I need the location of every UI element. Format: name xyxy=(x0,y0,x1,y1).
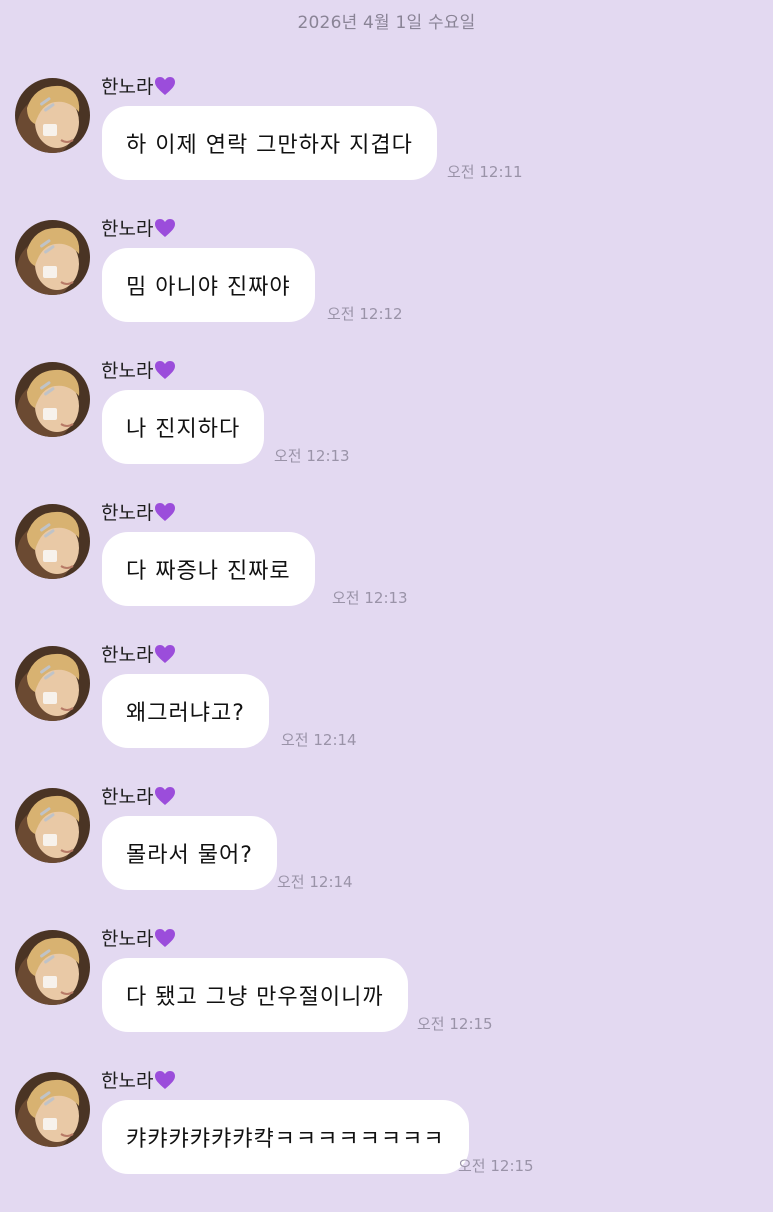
purple-heart-icon xyxy=(155,503,176,521)
sender-name-text: 한노라 xyxy=(101,76,154,98)
avatar[interactable] xyxy=(15,788,90,863)
message-time: 오전 12:14 xyxy=(281,731,357,749)
avatar[interactable] xyxy=(15,930,90,1005)
message-time: 오전 12:11 xyxy=(447,163,523,181)
message-row: 한노라 왜그러냐고? 오전 12:14 xyxy=(0,644,773,786)
message-bubble[interactable]: 하 이제 연락 그만하자 지겹다 xyxy=(102,106,437,180)
sender-name-text: 한노라 xyxy=(101,1070,154,1092)
sender-name: 한노라 xyxy=(101,356,176,383)
avatar[interactable] xyxy=(15,220,90,295)
message-time: 오전 12:12 xyxy=(327,305,403,323)
message-time: 오전 12:15 xyxy=(458,1157,534,1175)
purple-heart-icon xyxy=(155,1071,176,1089)
message-row: 한노라 밈 아니야 진짜야 오전 12:12 xyxy=(0,218,773,360)
sender-name-text: 한노라 xyxy=(101,502,154,524)
message-row: 한노라 나 진지하다 오전 12:13 xyxy=(0,360,773,502)
message-bubble[interactable]: 다 짜증나 진짜로 xyxy=(102,532,315,606)
sender-name: 한노라 xyxy=(101,924,176,951)
sender-name-text: 한노라 xyxy=(101,360,154,382)
message-bubble[interactable]: 왜그러냐고? xyxy=(102,674,269,748)
message-bubble[interactable]: 몰라서 물어? xyxy=(102,816,277,890)
sender-name: 한노라 xyxy=(101,782,176,809)
sender-name: 한노라 xyxy=(101,214,176,241)
message-bubble[interactable]: 캬캬캬캬캬캬캭ㅋㅋㅋㅋㅋㅋㅋㅋ xyxy=(102,1100,469,1174)
message-time: 오전 12:14 xyxy=(277,873,353,891)
sender-name: 한노라 xyxy=(101,1066,176,1093)
message-row: 한노라 캬캬캬캬캬캬캭ㅋㅋㅋㅋㅋㅋㅋㅋ 오전 12:15 xyxy=(0,1070,773,1212)
purple-heart-icon xyxy=(155,787,176,805)
message-row: 한노라 다 됐고 그냥 만우절이니까 오전 12:15 xyxy=(0,928,773,1070)
message-bubble[interactable]: 밈 아니야 진짜야 xyxy=(102,248,315,322)
message-row: 한노라 하 이제 연락 그만하자 지겹다 오전 12:11 xyxy=(0,76,773,218)
message-time: 오전 12:13 xyxy=(274,447,350,465)
sender-name-text: 한노라 xyxy=(101,928,154,950)
avatar[interactable] xyxy=(15,646,90,721)
sender-name-text: 한노라 xyxy=(101,786,154,808)
sender-name-text: 한노라 xyxy=(101,218,154,240)
date-divider: 2026년 4월 1일 수요일 xyxy=(297,13,476,33)
purple-heart-icon xyxy=(155,645,176,663)
message-bubble[interactable]: 나 진지하다 xyxy=(102,390,265,464)
message-bubble[interactable]: 다 됐고 그냥 만우절이니까 xyxy=(102,958,408,1032)
sender-name: 한노라 xyxy=(101,72,176,99)
message-time: 오전 12:13 xyxy=(332,589,408,607)
purple-heart-icon xyxy=(155,219,176,237)
purple-heart-icon xyxy=(155,77,176,95)
purple-heart-icon xyxy=(155,929,176,947)
sender-name: 한노라 xyxy=(101,640,176,667)
message-row: 한노라 몰라서 물어? 오전 12:14 xyxy=(0,786,773,928)
avatar[interactable] xyxy=(15,504,90,579)
avatar[interactable] xyxy=(15,362,90,437)
purple-heart-icon xyxy=(155,361,176,379)
message-time: 오전 12:15 xyxy=(417,1015,493,1033)
avatar[interactable] xyxy=(15,78,90,153)
sender-name: 한노라 xyxy=(101,498,176,525)
sender-name-text: 한노라 xyxy=(101,644,154,666)
avatar[interactable] xyxy=(15,1072,90,1147)
message-row: 한노라 다 짜증나 진짜로 오전 12:13 xyxy=(0,502,773,644)
